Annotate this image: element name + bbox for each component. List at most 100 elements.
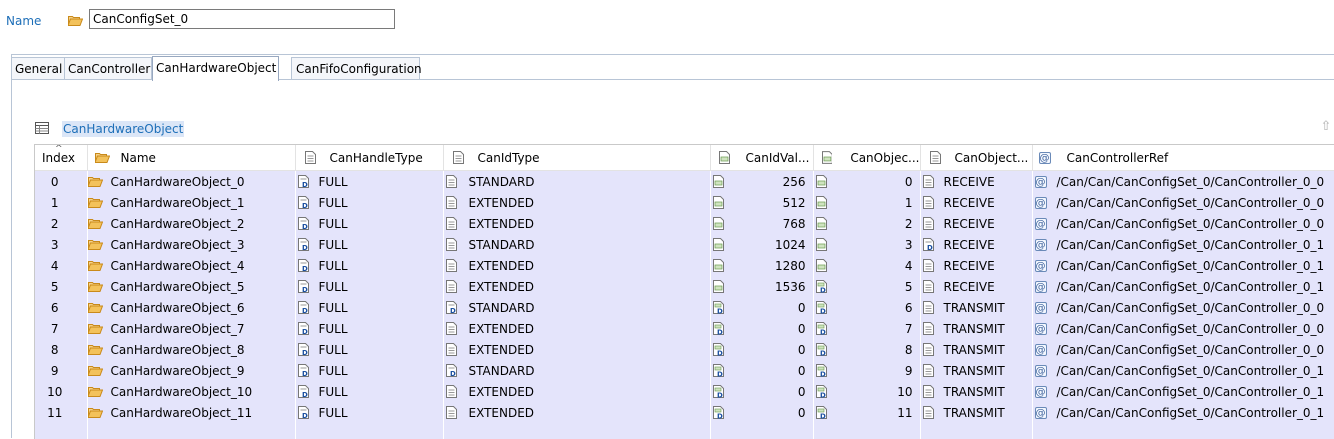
cell-name[interactable]: CanHardwareObject_0 [87, 170, 296, 192]
cell-canidtype[interactable]: EXTENDED [443, 213, 711, 234]
cell-canobjecttype[interactable]: TRANSMIT [920, 297, 1033, 318]
cell-canobjecttype[interactable]: RECEIVE [920, 255, 1033, 276]
cell-canobjectid[interactable]: D5 [813, 276, 921, 297]
cell-cancontrollerref[interactable]: @/Can/Can/CanConfigSet_0/CanController_0… [1032, 192, 1334, 213]
cell-index[interactable]: 8 [35, 339, 88, 360]
cell-cancontrollerref[interactable]: @/Can/Can/CanConfigSet_0/CanController_0… [1032, 213, 1334, 234]
cell-canidvalue[interactable]: 1280 [710, 255, 814, 276]
cell-canidvalue[interactable]: 1024 [710, 234, 814, 255]
cell-canidvalue[interactable]: D0 [710, 402, 814, 423]
cell-canidtype[interactable]: EXTENDED [443, 276, 711, 297]
cell-canobjectid[interactable]: D8 [813, 339, 921, 360]
cell-canidvalue[interactable]: D0 [710, 339, 814, 360]
table-row[interactable]: 8 CanHardwareObject_8 D FULL EXTENDED D 0 D 8 TRA… [35, 339, 1334, 360]
cell-cancontrollerref[interactable]: @/Can/Can/CanConfigSet_0/CanController_0… [1032, 402, 1334, 423]
cell-canidtype[interactable]: STANDARD [443, 234, 711, 255]
col-header-name[interactable]: Name [87, 145, 296, 171]
cell-cancontrollerref[interactable]: @/Can/Can/CanConfigSet_0/CanController_0… [1032, 276, 1334, 297]
tab-canfifoconfiguration[interactable]: CanFifoConfiguration [291, 57, 422, 79]
table-row[interactable]: 11 CanHardwareObject_11 D FULL EXTENDED D 0 D 11… [35, 402, 1334, 423]
cell-canobjecttype[interactable]: TRANSMIT [920, 360, 1033, 381]
cell-cancontrollerref[interactable]: @/Can/Can/CanConfigSet_0/CanController_0… [1032, 297, 1334, 318]
name-input[interactable] [89, 9, 395, 29]
cell-canidvalue[interactable]: D0 [710, 318, 814, 339]
cell-canobjectid[interactable]: 2 [813, 213, 921, 234]
cell-canidtype[interactable]: EXTENDED [443, 255, 711, 276]
cell-cancontrollerref[interactable]: @/Can/Can/CanConfigSet_0/CanController_0… [1032, 318, 1334, 339]
cell-index[interactable]: 0 [35, 170, 88, 192]
tab-general[interactable]: General [11, 57, 65, 79]
col-header-canobjectid[interactable]: CanObjec... [813, 145, 921, 171]
cell-canobjecttype[interactable]: TRANSMIT [920, 339, 1033, 360]
table-row[interactable]: 6 CanHardwareObject_6 D FULL D STANDARD D 0 D 6 TR… [35, 297, 1334, 318]
cell-canidtype[interactable]: EXTENDED [443, 318, 711, 339]
cell-name[interactable]: CanHardwareObject_11 [87, 402, 296, 423]
cell-name[interactable]: CanHardwareObject_2 [87, 213, 296, 234]
cell-canidvalue[interactable]: 768 [710, 213, 814, 234]
cell-canhandletype[interactable]: D FULL [295, 255, 444, 276]
cell-canobjectid[interactable]: D 11 [813, 402, 921, 423]
cell-canhandletype[interactable]: D FULL [295, 402, 444, 423]
cell-canidtype[interactable]: D STANDARD [443, 360, 711, 381]
cell-index[interactable]: 7 [35, 318, 88, 339]
cell-canobjectid[interactable]: D7 [813, 318, 921, 339]
table-row[interactable]: 5 CanHardwareObject_5 D FULL EXTENDED 1536 D 5 R… [35, 276, 1334, 297]
cell-canidvalue[interactable]: D0 [710, 297, 814, 318]
cell-name[interactable]: CanHardwareObject_5 [87, 276, 296, 297]
cell-cancontrollerref[interactable]: @/Can/Can/CanConfigSet_0/CanController_0… [1032, 255, 1334, 276]
scroll-up-arrow-icon[interactable]: ⇧ [1319, 120, 1333, 134]
cell-canidtype[interactable]: STANDARD [443, 170, 711, 192]
table-row[interactable]: 7 CanHardwareObject_7 D FULL EXTENDED D 0 D 7 TRA… [35, 318, 1334, 339]
cell-canhandletype[interactable]: D FULL [295, 297, 444, 318]
cell-index[interactable]: 9 [35, 360, 88, 381]
cell-canobjecttype[interactable]: RECEIVE [920, 192, 1033, 213]
tab-cancontroller[interactable]: CanController [64, 57, 152, 79]
col-header-index[interactable]: ^ Index [35, 145, 88, 171]
cell-canobjectid[interactable]: D9 [813, 360, 921, 381]
cell-canhandletype[interactable]: D FULL [295, 318, 444, 339]
cell-canobjectid[interactable]: 3 [813, 234, 921, 255]
table-row[interactable]: 3 CanHardwareObject_3 D FULL STANDARD 1024 3 D R… [35, 234, 1334, 255]
table-row[interactable]: 10 CanHardwareObject_10 D FULL EXTENDED D 0 D 10… [35, 381, 1334, 402]
cell-index[interactable]: 4 [35, 255, 88, 276]
cell-canobjectid[interactable]: D6 [813, 297, 921, 318]
cell-name[interactable]: CanHardwareObject_4 [87, 255, 296, 276]
cell-name[interactable]: CanHardwareObject_7 [87, 318, 296, 339]
cell-index[interactable]: 11 [35, 402, 88, 423]
col-header-canidvalue[interactable]: CanIdVal... [710, 145, 814, 171]
cell-name[interactable]: CanHardwareObject_1 [87, 192, 296, 213]
cell-canhandletype[interactable]: D FULL [295, 213, 444, 234]
cell-index[interactable]: 5 [35, 276, 88, 297]
cell-canobjecttype[interactable]: RECEIVE [920, 213, 1033, 234]
cell-canidtype[interactable]: EXTENDED [443, 381, 711, 402]
cell-canidvalue[interactable]: 256 [710, 170, 814, 192]
cell-canobjecttype[interactable]: TRANSMIT [920, 381, 1033, 402]
table-row[interactable]: 1 CanHardwareObject_1 D FULL EXTENDED 512 1 REC… [35, 192, 1334, 213]
cell-canobjecttype[interactable]: RECEIVE [920, 170, 1033, 192]
cell-canhandletype[interactable]: D FULL [295, 192, 444, 213]
cell-canobjecttype[interactable]: D RECEIVE [920, 234, 1033, 255]
cell-name[interactable]: CanHardwareObject_10 [87, 381, 296, 402]
table-row[interactable]: 0 CanHardwareObject_0 D FULL STANDARD 256 0 REC… [35, 170, 1334, 192]
tab-canhardwareobject[interactable]: CanHardwareObject [152, 56, 279, 81]
cell-canobjectid[interactable]: 1 [813, 192, 921, 213]
cell-cancontrollerref[interactable]: @/Can/Can/CanConfigSet_0/CanController_0… [1032, 360, 1334, 381]
col-header-cancontrollerref[interactable]: @ CanControllerRef [1032, 145, 1334, 171]
table-row[interactable]: 4 CanHardwareObject_4 D FULL EXTENDED 1280 4 RE… [35, 255, 1334, 276]
cell-name[interactable]: CanHardwareObject_8 [87, 339, 296, 360]
cell-canhandletype[interactable]: D FULL [295, 234, 444, 255]
cell-index[interactable]: 3 [35, 234, 88, 255]
cell-canidvalue[interactable]: D0 [710, 381, 814, 402]
cell-canidvalue[interactable]: D0 [710, 360, 814, 381]
cell-canidtype[interactable]: EXTENDED [443, 339, 711, 360]
cell-canobjectid[interactable]: 0 [813, 170, 921, 192]
cell-canidvalue[interactable]: 1536 [710, 276, 814, 297]
cell-name[interactable]: CanHardwareObject_3 [87, 234, 296, 255]
cell-cancontrollerref[interactable]: @/Can/Can/CanConfigSet_0/CanController_0… [1032, 234, 1334, 255]
cell-name[interactable]: CanHardwareObject_6 [87, 297, 296, 318]
table-row[interactable]: 9 CanHardwareObject_9 D FULL D STANDARD D 0 D 9 TR… [35, 360, 1334, 381]
cell-canidtype[interactable]: D STANDARD [443, 297, 711, 318]
cell-canobjectid[interactable]: D 10 [813, 381, 921, 402]
cell-canobjectid[interactable]: 4 [813, 255, 921, 276]
cell-index[interactable]: 2 [35, 213, 88, 234]
